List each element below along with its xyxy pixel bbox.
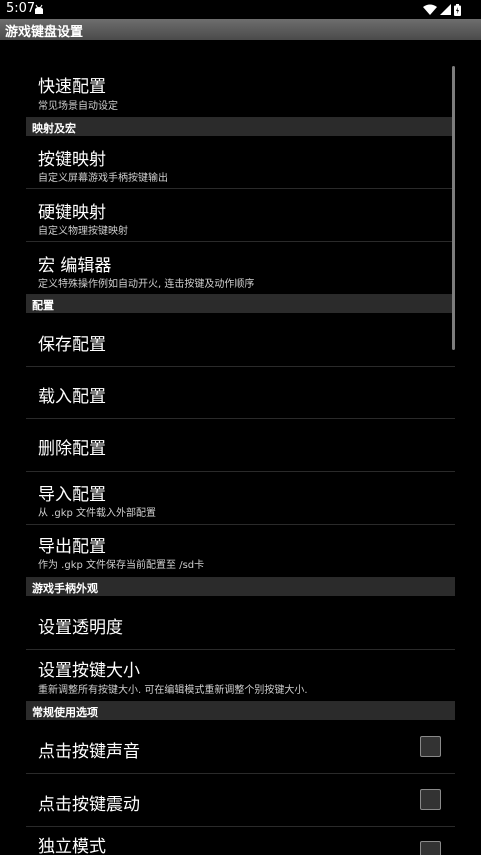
pref-title: 设置透明度 [38, 618, 123, 638]
category-gamepad-appearance: 游戏手柄外观 [26, 578, 455, 596]
pref-export-config[interactable]: 导出配置 作为 .gkp 文件保存当前配置至 /sd卡 [26, 525, 455, 578]
wifi-icon [423, 4, 437, 15]
category-config: 配置 [26, 295, 455, 313]
scrollbar[interactable] [452, 66, 455, 350]
pref-set-opacity[interactable]: 设置透明度 [26, 596, 455, 650]
pref-title: 宏 编辑器 [38, 256, 112, 276]
pref-summary: 作为 .gkp 文件保存当前配置至 /sd卡 [38, 560, 205, 571]
pref-summary: 定义特殊操作例如自动开火, 连击按键及动作顺序 [38, 279, 255, 290]
pref-title: 独立模式 [38, 837, 106, 855]
pref-key-sound[interactable]: 点击按键声音 [26, 720, 455, 774]
pref-title: 快速配置 [38, 77, 106, 97]
pref-title: 硬键映射 [38, 203, 106, 223]
pref-summary: 从 .gkp 文件载入外部配置 [38, 508, 157, 519]
signal-icon [440, 4, 451, 15]
pref-key-vibrate[interactable]: 点击按键震动 [26, 774, 455, 827]
pref-title: 载入配置 [38, 387, 106, 407]
pref-import-config[interactable]: 导入配置 从 .gkp 文件载入外部配置 [26, 472, 455, 525]
pref-title: 导入配置 [38, 485, 106, 505]
system-icons [423, 3, 461, 16]
standalone-checkbox[interactable] [420, 841, 441, 855]
category-title: 常规使用选项 [32, 706, 98, 719]
pref-title: 删除配置 [38, 439, 106, 459]
key-sound-checkbox[interactable] [420, 736, 441, 757]
category-title: 游戏手柄外观 [32, 582, 98, 595]
pref-summary: 自定义屏幕游戏手柄按键输出 [38, 173, 168, 184]
category-mapping: 映射及宏 [26, 118, 455, 136]
pref-title: 点击按键震动 [38, 795, 140, 815]
pref-key-mapping[interactable]: 按键映射 自定义屏幕游戏手柄按键输出 [26, 136, 455, 189]
pref-title: 保存配置 [38, 335, 106, 355]
pref-load-config[interactable]: 载入配置 [26, 367, 455, 419]
key-vibrate-checkbox[interactable] [420, 789, 441, 810]
pref-title: 导出配置 [38, 537, 106, 557]
pref-title: 按键映射 [38, 150, 106, 170]
pref-quick-config[interactable]: 快速配置 常见场景自动设定 [26, 68, 455, 118]
pref-hard-key-mapping[interactable]: 硬键映射 自定义物理按键映射 [26, 189, 455, 242]
category-title: 配置 [32, 299, 54, 312]
pref-title: 设置按键大小 [38, 661, 140, 681]
pref-summary: 自定义物理按键映射 [38, 226, 128, 237]
pref-save-config[interactable]: 保存配置 [26, 313, 455, 367]
pref-standalone-mode[interactable]: 独立模式 [26, 827, 455, 855]
pref-delete-config[interactable]: 删除配置 [26, 419, 455, 472]
settings-list[interactable]: 快速配置 常见场景自动设定 映射及宏 按键映射 自定义屏幕游戏手柄按键输出 硬键… [26, 40, 455, 855]
page-title: 游戏键盘设置 [5, 25, 84, 40]
status-bar: 5:07 [0, 0, 481, 19]
category-title: 映射及宏 [32, 122, 76, 135]
battery-icon [454, 3, 461, 16]
pref-macro-editor[interactable]: 宏 编辑器 定义特殊操作例如自动开火, 连击按键及动作顺序 [26, 242, 455, 295]
pref-set-key-size[interactable]: 设置按键大小 重新调整所有按键大小. 可在编辑模式重新调整个别按键大小. [26, 650, 455, 702]
status-time: 5:07 [6, 1, 36, 16]
category-general-options: 常规使用选项 [26, 702, 455, 720]
pref-summary: 常见场景自动设定 [38, 101, 118, 112]
pref-summary: 重新调整所有按键大小. 可在编辑模式重新调整个别按键大小. [38, 685, 308, 696]
pref-title: 点击按键声音 [38, 742, 140, 762]
title-bar: 游戏键盘设置 [0, 19, 481, 40]
android-debug-icon [35, 4, 43, 14]
